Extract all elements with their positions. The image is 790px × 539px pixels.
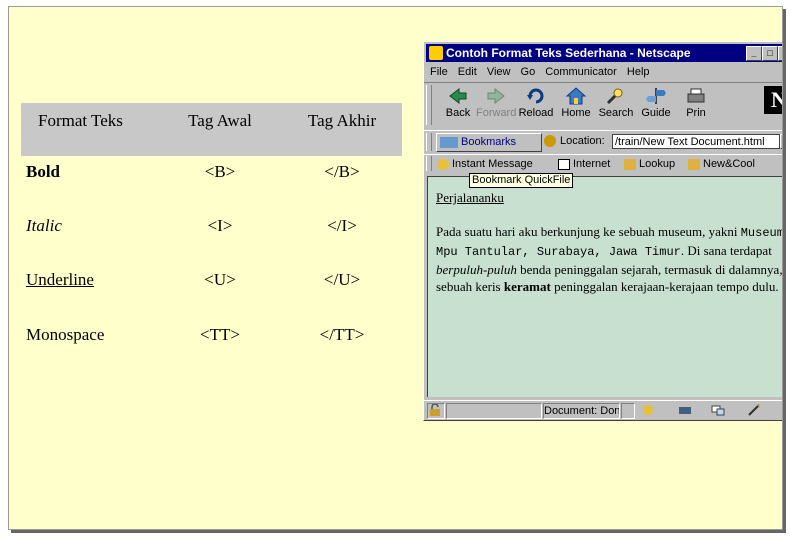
reload-icon	[527, 88, 544, 104]
guide-icon	[646, 88, 666, 104]
status-text: Document: Done	[543, 403, 620, 419]
composer-icon[interactable]	[747, 404, 761, 416]
folder-icon	[688, 158, 700, 170]
maximize-icon[interactable]: □	[762, 46, 778, 61]
close-icon[interactable]: ✕	[778, 46, 782, 61]
menu-go[interactable]: Go	[521, 66, 536, 78]
toolbar-grip[interactable]	[426, 85, 432, 125]
discussions-icon[interactable]	[711, 404, 725, 416]
toolbar-grip[interactable]	[426, 133, 432, 151]
row-monospace-label: Monospace	[26, 325, 105, 344]
personal-toolbar: Instant Message Internet Lookup New&Cool	[424, 154, 782, 173]
search-button[interactable]: Search	[596, 83, 636, 119]
guide-button[interactable]: Guide	[636, 83, 676, 119]
mailbox-icon[interactable]	[678, 404, 692, 416]
menu-view[interactable]: View	[487, 66, 511, 78]
bookmark-icon	[440, 136, 458, 148]
header-tag-akhir: Tag Akhir	[307, 111, 377, 130]
print-icon	[687, 88, 705, 103]
page-heading-link[interactable]: Perjalananku	[436, 189, 782, 206]
navigation-toolbar: Back Forward Reload Home Search Guide Pr…	[424, 82, 782, 127]
minimize-icon[interactable]: _	[746, 46, 762, 61]
chevron-down-icon[interactable]: ▼	[780, 134, 782, 149]
row-italic-open-tag: <I>	[207, 216, 233, 235]
instant-message-button[interactable]: Instant Message	[437, 157, 533, 171]
home-button[interactable]: Home	[556, 83, 596, 119]
document-icon	[558, 158, 570, 170]
progress-bar	[446, 403, 542, 419]
window-titlebar[interactable]: Contoh Format Teks Sederhana - Netscape …	[426, 44, 782, 62]
row-bold-close-tag: </B>	[324, 162, 360, 181]
netscape-app-icon	[429, 46, 443, 60]
menu-help[interactable]: Help	[627, 66, 650, 78]
row-italic-close-tag: </I>	[327, 216, 357, 235]
netscape-logo-icon: N	[764, 86, 782, 114]
reload-button[interactable]: Reload	[516, 83, 556, 119]
menu-bar: File Edit View Go Communicator Help	[430, 64, 657, 80]
page-proxy-icon[interactable]	[544, 135, 556, 148]
row-monospace-open-tag: <TT>	[200, 325, 240, 344]
row-underline-open-tag: <U>	[204, 270, 236, 289]
row-underline-close-tag: </U>	[323, 270, 361, 289]
forward-arrow-icon	[487, 87, 505, 105]
status-bar: Document: Done	[424, 400, 782, 420]
header-tag-awal: Tag Awal	[188, 111, 252, 130]
location-input[interactable]: /train/New Text Document.html	[612, 134, 780, 149]
table-header-row: Format Teks Tag Awal Tag Akhir	[21, 103, 402, 156]
presentation-slide: Format Teks Tag Awal Tag Akhir Bold <B> …	[8, 6, 783, 530]
row-bold-label: Bold	[26, 162, 61, 181]
lookup-button[interactable]: Lookup	[624, 157, 675, 171]
row-italic-label: Italic	[26, 216, 62, 235]
status-divider	[621, 403, 635, 419]
location-label: Location:	[544, 135, 605, 148]
tooltip: Bookmark QuickFile	[469, 173, 574, 188]
back-arrow-icon	[449, 87, 467, 105]
search-icon	[606, 88, 623, 105]
folder-icon	[624, 158, 636, 170]
page-content: Perjalananku Pada suatu hari aku berkunj…	[427, 176, 783, 397]
menu-file[interactable]: File	[430, 66, 448, 78]
forward-button[interactable]: Forward	[476, 83, 516, 119]
row-underline-label: Underline	[26, 270, 94, 289]
toolbar-grip[interactable]	[426, 156, 432, 171]
menu-communicator[interactable]: Communicator	[545, 66, 617, 78]
navigator-icon[interactable]	[641, 404, 655, 416]
home-icon	[566, 87, 586, 105]
new-cool-button[interactable]: New&Cool	[688, 157, 755, 171]
page-paragraph: Pada suatu hari aku berkunjung ke sebuah…	[436, 224, 783, 294]
person-icon	[437, 158, 449, 170]
location-toolbar: Bookmarks Location: /train/New Text Docu…	[424, 130, 782, 153]
bookmarks-button[interactable]: Bookmarks	[436, 133, 542, 152]
print-button[interactable]: Prin	[676, 83, 716, 119]
window-title: Contoh Format Teks Sederhana - Netscape	[446, 46, 691, 60]
netscape-window: Contoh Format Teks Sederhana - Netscape …	[423, 41, 783, 421]
row-monospace-close-tag: </TT>	[319, 325, 365, 344]
header-format-teks: Format Teks	[38, 111, 123, 130]
security-lock-icon[interactable]	[427, 403, 445, 419]
menu-edit[interactable]: Edit	[458, 66, 477, 78]
row-bold-open-tag: <B>	[204, 162, 236, 181]
internet-button[interactable]: Internet	[558, 157, 610, 171]
back-button[interactable]: Back	[438, 83, 478, 119]
